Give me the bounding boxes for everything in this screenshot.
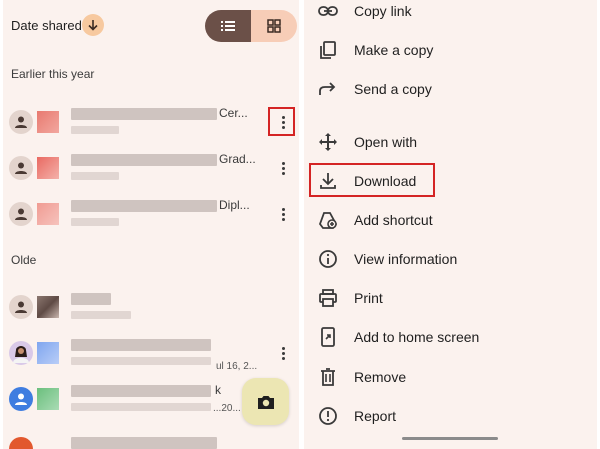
owner-avatar: [9, 387, 33, 411]
home-indicator[interactable]: [402, 437, 498, 440]
owner-avatar: [9, 202, 33, 226]
menu-item-label: Copy link: [354, 3, 412, 19]
more-options-button[interactable]: [271, 339, 295, 367]
file-name-blurred: [71, 385, 211, 397]
grid-view-button[interactable]: [251, 10, 297, 42]
file-meta-blurred: [71, 218, 119, 226]
more-vert-icon: [281, 161, 285, 165]
grid-view-icon: [267, 19, 281, 33]
more-options-button[interactable]: [271, 154, 295, 182]
highlight-download: [309, 163, 435, 197]
menu-item-open-with[interactable]: Open with: [304, 123, 597, 162]
link-icon: [318, 6, 338, 16]
menu-item-make-copy[interactable]: Make a copy: [304, 31, 597, 70]
file-meta-blurred: [71, 357, 211, 365]
arrow-down-icon: [88, 20, 98, 31]
more-vert-icon: [281, 207, 285, 211]
sort-label[interactable]: Date shared: [11, 18, 82, 33]
owner-avatar: [9, 156, 33, 180]
file-meta-blurred: [71, 126, 119, 134]
menu-item-label: Add to home screen: [354, 329, 480, 345]
menu-item-copy-link[interactable]: Copy link: [304, 0, 597, 31]
file-name-tail: Cer...: [219, 106, 248, 120]
menu-item-label: Report: [354, 408, 397, 424]
owner-avatar: [9, 341, 33, 365]
owner-avatar: [9, 295, 33, 319]
forward-icon: [319, 82, 336, 95]
menu-item-label: Open with: [354, 134, 418, 150]
more-vert-icon: [281, 346, 285, 350]
file-thumbnail: [37, 111, 59, 133]
menu-item-add-home-screen[interactable]: Add to home screen: [304, 318, 597, 357]
info-icon: [319, 250, 337, 268]
copy-icon: [320, 41, 336, 59]
file-row[interactable]: [3, 285, 299, 329]
file-name-blurred: [71, 200, 217, 212]
menu-item-label: Send a copy: [354, 81, 432, 97]
menu-item-label: Make a copy: [354, 42, 434, 58]
owner-avatar: [9, 437, 33, 449]
list-view-button[interactable]: [205, 10, 251, 42]
file-name-tail: Dipl...: [219, 198, 250, 212]
file-meta-blurred: [71, 403, 211, 411]
move-icon: [319, 133, 337, 151]
menu-item-report[interactable]: Report: [304, 397, 597, 436]
sort-direction-button[interactable]: [82, 14, 104, 36]
file-thumbnail: [37, 342, 59, 364]
scan-camera-button[interactable]: [242, 378, 289, 425]
file-options-menu: Copy link Make a copy Send a copy Open w…: [304, 0, 597, 449]
camera-icon: [257, 395, 274, 409]
owner-avatar: [9, 110, 33, 134]
person-icon: [15, 393, 27, 405]
file-name-blurred: [71, 339, 211, 351]
report-icon: [319, 407, 337, 425]
printer-icon: [319, 289, 337, 307]
section-header-recent: Earlier this year: [11, 67, 95, 81]
home-screen-icon: [321, 327, 335, 347]
file-row[interactable]: Dipl...: [3, 192, 299, 236]
profile-photo-icon: [13, 346, 29, 363]
menu-item-send-copy[interactable]: Send a copy: [304, 70, 597, 109]
menu-item-add-shortcut[interactable]: Add shortcut: [304, 201, 597, 240]
file-list-panel: Date shared Earlier this year Cer... Gra…: [3, 0, 299, 449]
file-name-blurred: [71, 154, 217, 166]
list-view-icon: [221, 21, 235, 31]
file-thumbnail: [37, 157, 59, 179]
trash-icon: [321, 368, 335, 386]
menu-item-label: Print: [354, 290, 383, 306]
menu-item-print[interactable]: Print: [304, 279, 597, 318]
file-row[interactable]: [3, 423, 299, 449]
file-row[interactable]: ul 16, 2...: [3, 331, 299, 375]
file-meta-blurred: [71, 311, 131, 319]
file-row[interactable]: Cer...: [3, 100, 299, 144]
highlight-more-options: [268, 107, 295, 136]
file-date: ...20...: [213, 403, 241, 414]
file-date: ul 16, 2...: [216, 361, 258, 372]
person-icon: [15, 116, 27, 128]
file-name-tail: k: [215, 383, 221, 397]
file-name-blurred: [71, 293, 111, 305]
file-thumbnail: [37, 203, 59, 225]
more-options-button[interactable]: [271, 200, 295, 228]
menu-item-label: Add shortcut: [354, 212, 433, 228]
menu-item-label: Remove: [354, 369, 407, 385]
file-meta-blurred: [71, 172, 119, 180]
menu-item-label: View information: [354, 251, 458, 267]
menu-item-remove[interactable]: Remove: [304, 358, 597, 397]
file-name-blurred: [71, 108, 217, 120]
sort-toolbar: Date shared: [3, 0, 299, 52]
file-name-tail: Grad...: [219, 152, 256, 166]
file-thumbnail: [37, 296, 59, 318]
person-icon: [15, 301, 27, 313]
person-icon: [15, 162, 27, 174]
file-row[interactable]: Grad...: [3, 146, 299, 190]
add-shortcut-icon: [318, 212, 338, 229]
file-thumbnail: [37, 388, 59, 410]
menu-item-view-information[interactable]: View information: [304, 240, 597, 279]
section-header-older: Olde: [11, 253, 37, 267]
person-icon: [15, 208, 27, 220]
file-name-blurred: [71, 437, 217, 449]
